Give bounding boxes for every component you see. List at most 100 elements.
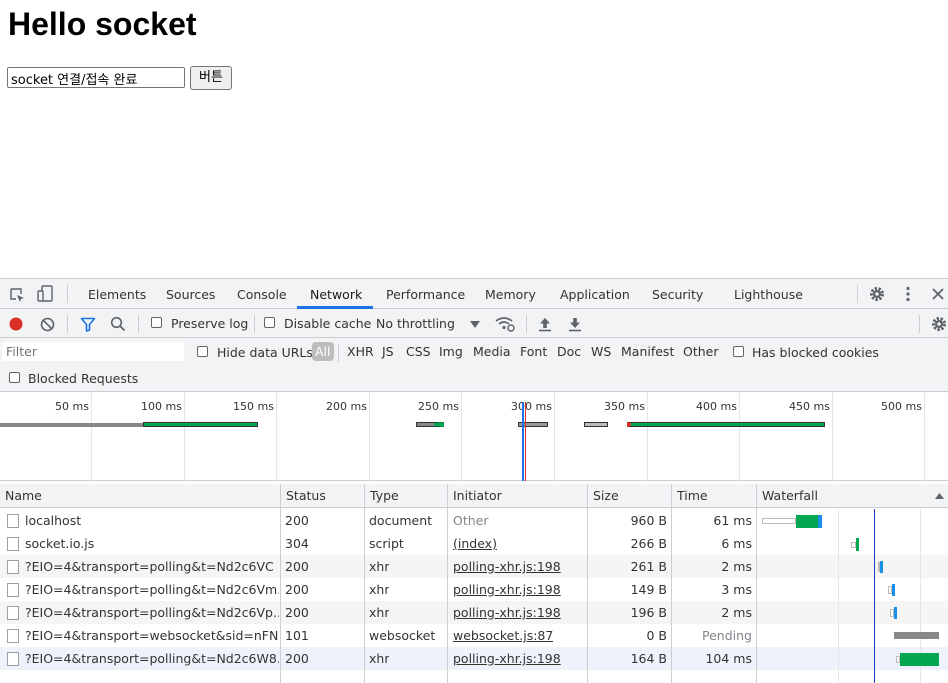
devtools-panel: Elements Sources Console Network Perform… (0, 278, 948, 683)
page-button[interactable]: 버튼 (190, 66, 232, 90)
import-har-icon[interactable] (536, 315, 554, 333)
request-time: 2 ms (721, 559, 752, 574)
column-size[interactable]: Size (588, 484, 672, 508)
request-status: 200 (285, 559, 309, 574)
column-waterfall[interactable]: Waterfall (757, 484, 937, 508)
gear-icon[interactable] (867, 284, 887, 304)
request-status: 200 (285, 582, 309, 597)
tab-console[interactable]: Console (237, 279, 287, 309)
filter-type-manifest[interactable]: Manifest (621, 342, 674, 361)
search-icon[interactable] (109, 315, 127, 333)
column-name[interactable]: Name (0, 484, 281, 508)
request-initiator-link[interactable]: polling-xhr.js:198 (453, 555, 561, 578)
overview-bar-polling (627, 422, 825, 427)
request-status: 200 (285, 651, 309, 666)
table-row[interactable]: ?EIO=4&transport=polling&t=Nd2c6VC 200 x… (0, 555, 948, 578)
dropdown-arrow-icon[interactable] (469, 318, 481, 330)
request-initiator-link[interactable]: websocket.js:87 (453, 624, 553, 647)
tab-elements[interactable]: Elements (88, 279, 146, 309)
message-input[interactable]: socket 연결/접속 완료 (7, 67, 185, 88)
tab-network[interactable]: Network (310, 279, 362, 309)
filter-type-doc[interactable]: Doc (557, 342, 581, 361)
filter-type-xhr[interactable]: XHR (347, 342, 374, 361)
close-icon[interactable] (929, 285, 947, 303)
network-overview[interactable]: 50 ms 100 ms 150 ms 200 ms 250 ms 300 ms… (0, 392, 948, 481)
sort-ascending-icon[interactable] (934, 491, 944, 501)
filter-input[interactable] (2, 342, 184, 361)
hide-data-urls-checkbox[interactable] (197, 346, 208, 357)
request-initiator-link[interactable]: polling-xhr.js:198 (453, 647, 561, 670)
tab-memory[interactable]: Memory (485, 279, 536, 309)
request-size: 0 B (646, 628, 667, 643)
waterfall-bar-download (818, 515, 822, 528)
request-size: 266 B (630, 536, 667, 551)
request-time: Pending (702, 628, 752, 643)
clear-icon[interactable] (38, 315, 56, 333)
column-status[interactable]: Status (281, 484, 365, 508)
overview-bar-script (416, 422, 444, 427)
export-har-icon[interactable] (566, 315, 584, 333)
request-size: 164 B (630, 651, 667, 666)
blocked-requests-checkbox[interactable] (9, 372, 20, 383)
web-page: Hello socket socket 연결/접속 완료 버튼 (0, 0, 948, 278)
overview-tick-label: 500 ms (881, 400, 922, 413)
request-status: 101 (285, 628, 309, 643)
has-blocked-cookies-checkbox[interactable] (733, 346, 744, 357)
request-name: ?EIO=4&transport=websocket&sid=nFN... (25, 628, 279, 643)
tab-application[interactable]: Application (560, 279, 630, 309)
waterfall-bar-download (894, 607, 897, 619)
filter-type-img[interactable]: Img (439, 342, 463, 361)
request-initiator-link[interactable]: polling-xhr.js:198 (453, 601, 561, 624)
overview-tick-label: 100 ms (141, 400, 182, 413)
request-size: 149 B (630, 582, 667, 597)
filter-icon[interactable] (79, 315, 97, 333)
filter-type-media[interactable]: Media (473, 342, 511, 361)
request-type: script (369, 536, 404, 551)
column-initiator[interactable]: Initiator (448, 484, 588, 508)
preserve-log-checkbox[interactable] (151, 317, 162, 328)
page-heading: Hello socket (8, 6, 197, 42)
filter-type-ws[interactable]: WS (591, 342, 611, 361)
filter-type-css[interactable]: CSS (406, 342, 431, 361)
disable-cache-checkbox[interactable] (264, 317, 275, 328)
table-header: Name Status Type Initiator Size Time Wat… (0, 484, 948, 508)
waterfall-bar-download (892, 584, 895, 596)
network-settings-gear-icon[interactable] (929, 314, 948, 334)
request-type: xhr (369, 651, 390, 666)
tab-sources[interactable]: Sources (166, 279, 215, 309)
column-time[interactable]: Time (672, 484, 757, 508)
network-conditions-icon[interactable] (494, 314, 516, 334)
request-name: ?EIO=4&transport=polling&t=Nd2c6Vm... (25, 582, 279, 597)
throttling-select[interactable]: No throttling (376, 316, 455, 331)
tab-performance[interactable]: Performance (386, 279, 465, 309)
request-type: websocket (369, 628, 436, 643)
request-size: 960 B (630, 513, 667, 528)
request-time: 104 ms (705, 651, 752, 666)
overview-tick-label: 250 ms (418, 400, 459, 413)
table-row[interactable]: ?EIO=4&transport=websocket&sid=nFN... 10… (0, 624, 948, 647)
table-row[interactable]: ?EIO=4&transport=polling&t=Nd2c6Vm... 20… (0, 578, 948, 601)
request-name: socket.io.js (25, 536, 95, 551)
inspect-element-icon[interactable] (8, 286, 26, 304)
device-toolbar-icon[interactable] (36, 285, 56, 303)
request-initiator-link[interactable]: (index) (453, 532, 497, 555)
request-initiator-link[interactable]: polling-xhr.js:198 (453, 578, 561, 601)
table-row[interactable]: socket.io.js 304 script (index) 266 B 6 … (0, 532, 948, 555)
record-icon[interactable] (7, 315, 25, 333)
waterfall-bar-waiting (856, 538, 859, 551)
filter-type-all[interactable]: All (312, 342, 334, 361)
filter-type-other[interactable]: Other (683, 342, 719, 361)
blocked-requests-label: Blocked Requests (28, 371, 139, 386)
table-row[interactable]: ?EIO=4&transport=polling&t=Nd2c6W8... 20… (0, 647, 948, 670)
request-status: 200 (285, 513, 309, 528)
filter-type-js[interactable]: JS (382, 342, 394, 361)
tab-security[interactable]: Security (652, 279, 703, 309)
table-row[interactable]: ?EIO=4&transport=polling&t=Nd2c6Vp... 20… (0, 601, 948, 624)
tab-lighthouse[interactable]: Lighthouse (734, 279, 803, 309)
xhr-file-icon (7, 560, 19, 574)
request-size: 261 B (630, 559, 667, 574)
overview-dom-content-loaded-line (522, 402, 524, 481)
column-type[interactable]: Type (365, 484, 448, 508)
filter-type-font[interactable]: Font (520, 342, 547, 361)
more-options-icon[interactable] (900, 284, 916, 304)
